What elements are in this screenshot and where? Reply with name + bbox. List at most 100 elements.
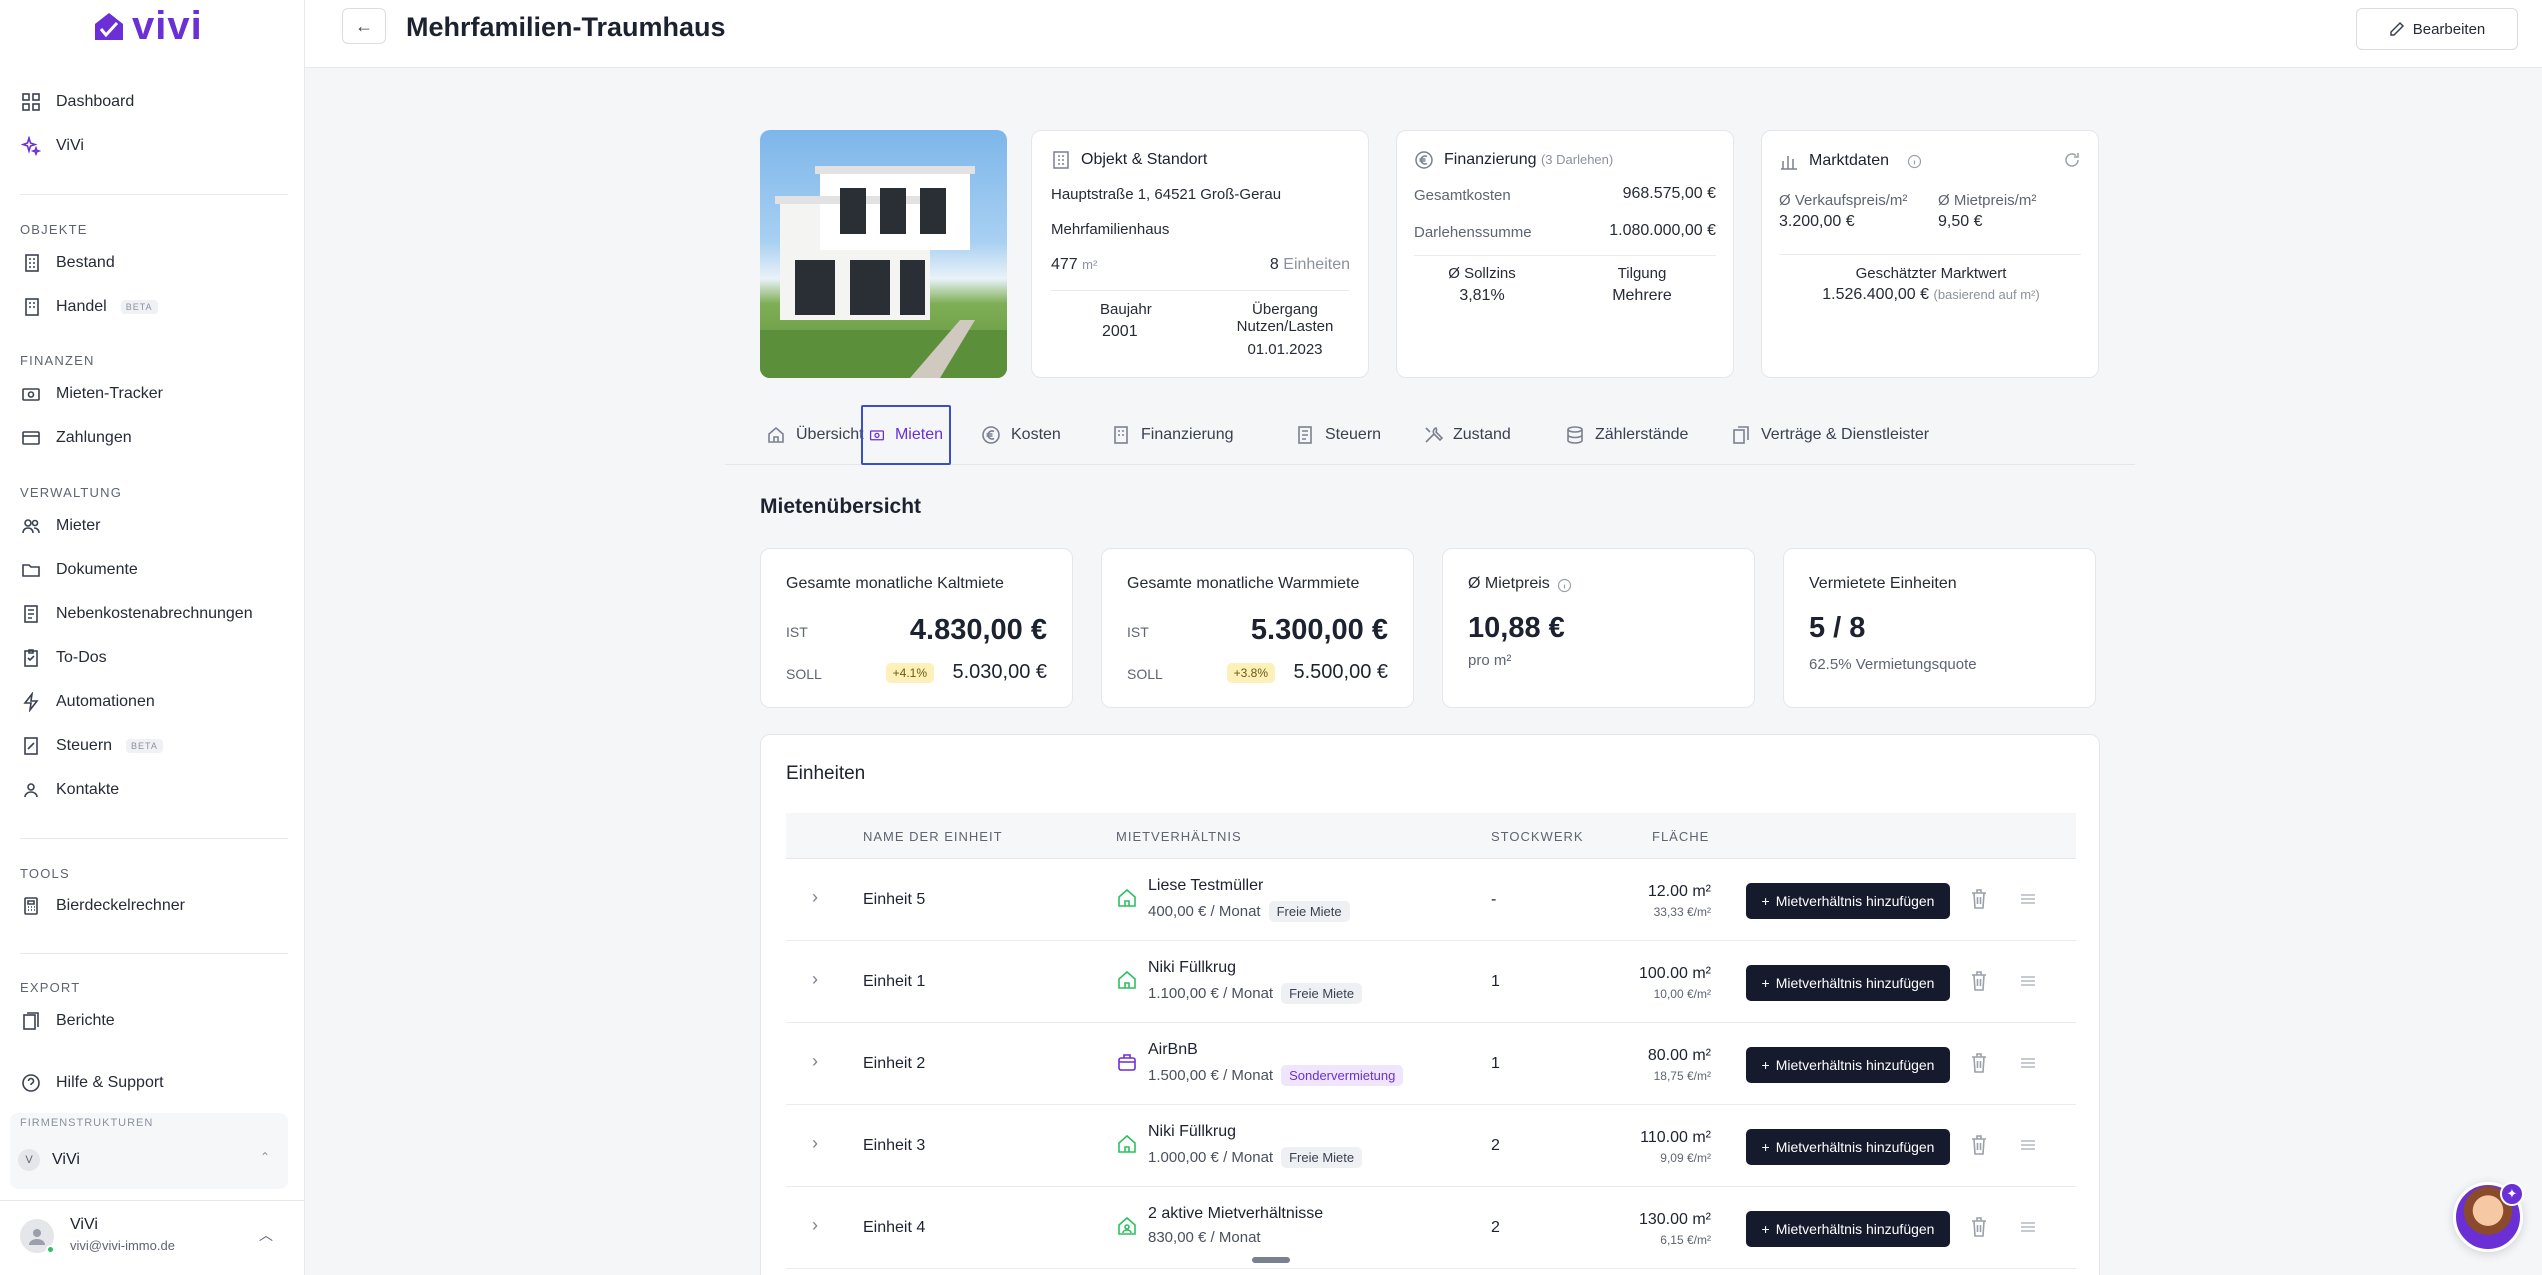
chevron-up-icon[interactable]: ︿: [259, 1225, 273, 1245]
chevron-right-icon[interactable]: ›: [812, 1051, 818, 1072]
sidebar-item-bestand[interactable]: Bestand: [20, 248, 115, 278]
unit-area: 80.00 m²: [1647, 1047, 1711, 1064]
refresh-icon[interactable]: [2063, 151, 2081, 169]
company-select[interactable]: V ViVi ⌃: [18, 1143, 280, 1177]
table-row[interactable]: › Einheit 5 Liese Testmüller 400,00 € / …: [786, 859, 2076, 941]
sidebar-item-dokumente[interactable]: Dokumente: [20, 555, 138, 585]
sidebar-item-label: Mieter: [56, 517, 101, 534]
sidebar-item-nebenkostenabrechnungen[interactable]: Nebenkostenabrechnungen: [20, 599, 253, 629]
sidebar-item-label: Dashboard: [56, 93, 135, 110]
edit-button[interactable]: Bearbeiten: [2356, 8, 2518, 50]
tab-steuern[interactable]: Steuern: [1289, 405, 1387, 465]
tenant-rent: 1.000,00 € / Monat Freie Miete: [1148, 1147, 1363, 1168]
table-row[interactable]: › Einheit 4 2 aktive Mietverhältnisse 83…: [786, 1187, 2076, 1269]
sidebar-item-zahlungen[interactable]: Zahlungen: [20, 423, 132, 453]
sidebar-item-steuern[interactable]: Steuern BETA: [20, 731, 163, 761]
add-tenancy-label: Mietverhältnis hinzufügen: [1775, 1057, 1935, 1073]
drag-handle-icon[interactable]: [2018, 971, 2038, 996]
table-row[interactable]: › Einheit 3 Niki Füllkrug 1.000,00 € / M…: [786, 1105, 2076, 1187]
sidebar-item-mieter[interactable]: Mieter: [20, 511, 100, 541]
scroll-handle[interactable]: [1252, 1257, 1290, 1263]
tenant-name[interactable]: 2 aktive Mietverhältnisse: [1148, 1205, 1323, 1223]
unit-name: Einheit 3: [863, 1137, 926, 1154]
add-tenancy-button[interactable]: + Mietverhältnis hinzufügen: [1746, 1211, 1950, 1247]
trash-icon[interactable]: [1969, 970, 1989, 997]
sidebar-item-automationen[interactable]: Automationen: [20, 687, 155, 717]
drag-handle-icon[interactable]: [2018, 889, 2038, 914]
tab-zustand[interactable]: Zustand: [1417, 405, 1517, 465]
sidebar-item-vivi[interactable]: ViVi: [20, 131, 84, 161]
table-row[interactable]: › Einheit 1 Niki Füllkrug 1.100,00 € / M…: [786, 941, 2076, 1023]
sidebar-item-label: Mieten-Tracker: [56, 385, 163, 402]
drag-handle-icon[interactable]: [2018, 1135, 2038, 1160]
stat-ist-value: 5.300,00 €: [1250, 614, 1388, 646]
market-card: Marktdaten Ø Verkaufspreis/m² 3.200,00 €…: [1761, 130, 2099, 378]
users-icon: [20, 515, 42, 537]
add-tenancy-button[interactable]: + Mietverhältnis hinzufügen: [1746, 1047, 1950, 1083]
sidebar-item-mieten-tracker[interactable]: Mieten-Tracker: [20, 379, 163, 409]
sidebar-item-dashboard[interactable]: Dashboard: [20, 87, 134, 117]
chevron-right-icon[interactable]: ›: [812, 1133, 818, 1154]
suitcase-icon: [1116, 1051, 1138, 1073]
back-button[interactable]: ←: [342, 8, 386, 44]
house-illustration: [760, 166, 1007, 378]
tab-uebersicht[interactable]: Übersicht: [760, 405, 870, 465]
info-icon[interactable]: [1557, 578, 1572, 593]
column-header-tenancy[interactable]: MIETVERHÄLTNIS: [1116, 829, 1242, 844]
trash-icon[interactable]: [1969, 888, 1989, 915]
stat-value: 5 / 8: [1809, 612, 1866, 644]
market-value-amount: 1.526.400,00 €: [1822, 286, 1930, 303]
sidebar-item-bierdeckelrechner[interactable]: Bierdeckelrechner: [20, 891, 185, 921]
trash-icon[interactable]: [1969, 1216, 1989, 1243]
unit-floor: -: [1491, 891, 1497, 908]
sidebar-item-label: Berichte: [56, 1012, 115, 1029]
chevron-right-icon[interactable]: ›: [812, 1215, 818, 1236]
sidebar-item-kontakte[interactable]: Kontakte: [20, 775, 119, 805]
credit-card-icon: [20, 427, 42, 449]
column-header-area[interactable]: FLÄCHE: [1652, 829, 1709, 844]
tab-mieten[interactable]: Mieten: [861, 405, 951, 465]
stat-ist-label: IST: [786, 624, 808, 640]
property-units-count: 8: [1269, 256, 1279, 273]
tab-finanzierung[interactable]: Finanzierung: [1105, 405, 1240, 465]
unit-price-per-sqm: 33,33 €/m²: [1653, 905, 1711, 919]
column-header-name[interactable]: NAME DER EINHEIT: [863, 829, 1003, 844]
add-tenancy-button[interactable]: + Mietverhältnis hinzufügen: [1746, 965, 1950, 1001]
add-tenancy-button[interactable]: + Mietverhältnis hinzufügen: [1746, 883, 1950, 919]
trash-icon[interactable]: [1969, 1134, 1989, 1161]
tenant-name[interactable]: AirBnB: [1148, 1041, 1198, 1059]
drag-handle-icon[interactable]: [2018, 1217, 2038, 1242]
sidebar-item-berichte[interactable]: Berichte: [20, 1006, 115, 1036]
money-icon: [869, 430, 885, 441]
tenant-name[interactable]: Niki Füllkrug: [1148, 959, 1236, 977]
logo[interactable]: vivi: [92, 6, 203, 46]
chevron-right-icon[interactable]: ›: [812, 969, 818, 990]
tab-zaehlerstaende[interactable]: Zählerstände: [1559, 405, 1694, 465]
year-label: Baujahr: [1100, 301, 1152, 318]
year-value: 2001: [1102, 323, 1138, 340]
sidebar-item-label: Handel: [56, 298, 107, 315]
sidebar-item-todos[interactable]: To-Dos: [20, 643, 107, 673]
sidebar-item-help[interactable]: Hilfe & Support: [20, 1068, 164, 1098]
stat-soll-value: 5.500,00 €: [1293, 661, 1388, 683]
stat-value: 10,88 €: [1468, 612, 1565, 644]
chevron-right-icon[interactable]: ›: [812, 887, 818, 908]
tenant-name[interactable]: Niki Füllkrug: [1148, 1123, 1236, 1141]
table-row[interactable]: › Einheit 2 AirBnB 1.500,00 € / Monat Son…: [786, 1023, 2076, 1105]
company-name: ViVi: [52, 1151, 80, 1168]
beta-badge: BETA: [120, 300, 158, 314]
sidebar-item-label: Steuern: [56, 737, 113, 754]
sidebar-item-label: Nebenkostenabrechnungen: [56, 605, 253, 622]
column-header-floor[interactable]: STOCKWERK: [1491, 829, 1584, 844]
add-tenancy-button[interactable]: + Mietverhältnis hinzufügen: [1746, 1129, 1950, 1165]
tab-label: Mieten: [894, 426, 943, 443]
user-menu[interactable]: ViVi vivi@vivi-immo.de ︿: [0, 1200, 305, 1275]
tab-vertraege[interactable]: Verträge & Dienstleister: [1725, 405, 1935, 465]
drag-handle-icon[interactable]: [2018, 1053, 2038, 1078]
trash-icon[interactable]: [1969, 1052, 1989, 1079]
contacts-icon: [20, 779, 42, 801]
tab-kosten[interactable]: Kosten: [975, 405, 1067, 465]
info-icon[interactable]: [1907, 154, 1922, 169]
tenant-name[interactable]: Liese Testmüller: [1148, 877, 1263, 895]
sidebar-item-handel[interactable]: Handel BETA: [20, 292, 158, 322]
